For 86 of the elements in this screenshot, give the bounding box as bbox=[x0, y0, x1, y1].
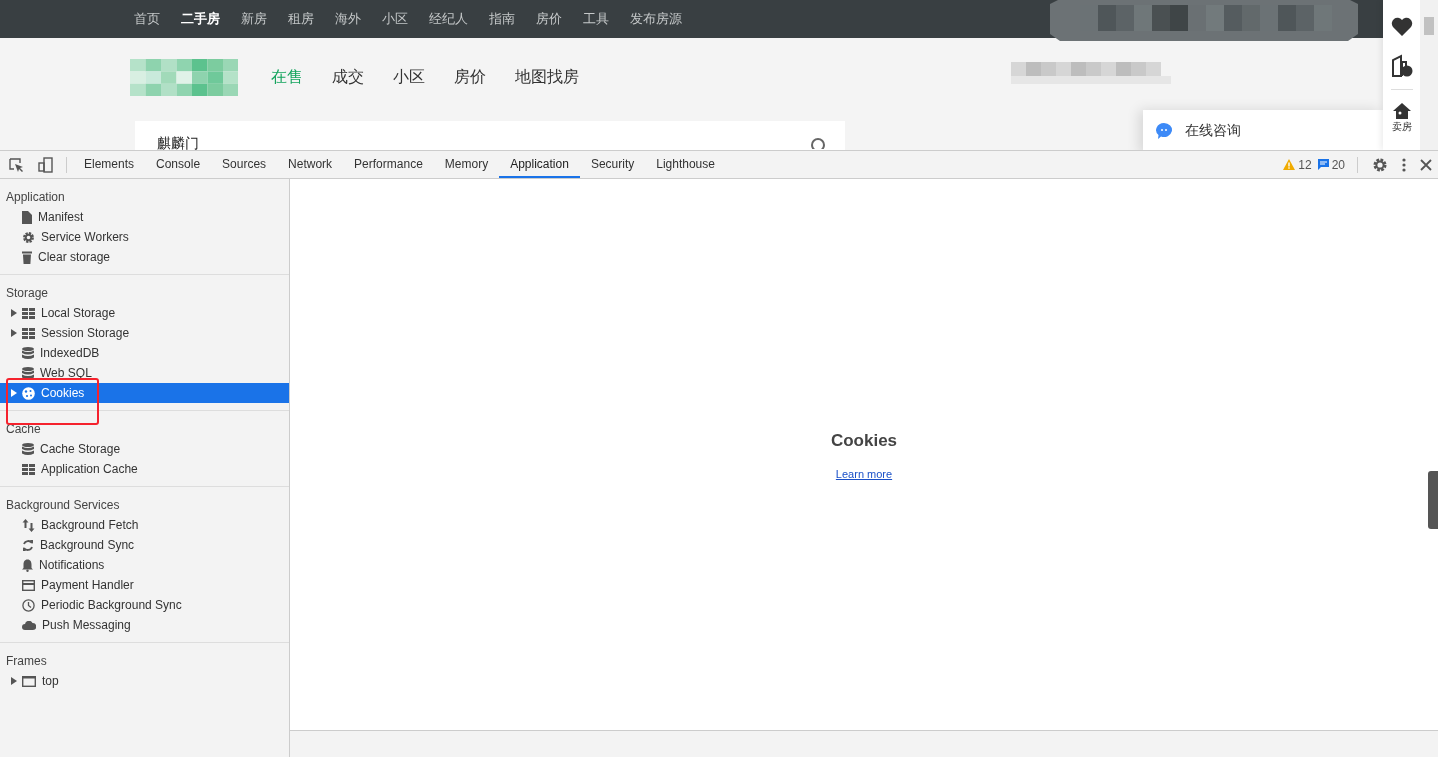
section-title: Application bbox=[5, 189, 66, 206]
database-icon bbox=[22, 366, 34, 380]
devtools-tab[interactable]: Memory bbox=[433, 151, 500, 178]
sidebar-item[interactable]: Notifications bbox=[0, 555, 289, 575]
up-down-arrows-icon bbox=[22, 518, 35, 532]
message-icon[interactable] bbox=[1317, 159, 1329, 170]
gear-icon bbox=[22, 230, 35, 244]
top-nav-link[interactable]: 租房 bbox=[288, 10, 314, 28]
grid-icon bbox=[22, 307, 35, 319]
sidebar-item[interactable]: Application Cache bbox=[0, 459, 289, 479]
top-nav-link[interactable]: 新房 bbox=[241, 10, 267, 28]
devtools-tab[interactable]: Lighthouse bbox=[645, 151, 726, 178]
chat-bubble-icon bbox=[1155, 122, 1173, 140]
main-nav-link[interactable]: 地图找房 bbox=[515, 66, 579, 88]
main-nav-link[interactable]: 成交 bbox=[332, 66, 364, 88]
sidebar-item[interactable]: Clear storage bbox=[0, 247, 289, 267]
sidebar-item[interactable]: Push Messaging bbox=[0, 615, 289, 635]
chat-label: 在线咨询 bbox=[1185, 122, 1241, 140]
devtools-tab[interactable]: Performance bbox=[343, 151, 434, 178]
sell-house-button[interactable]: 卖房 bbox=[1391, 102, 1412, 134]
devtools-tab[interactable]: Application bbox=[499, 151, 580, 178]
database-icon bbox=[22, 346, 34, 360]
more-menu-icon[interactable] bbox=[1402, 157, 1406, 172]
top-nav-link[interactable]: 工具 bbox=[583, 10, 609, 28]
top-nav-link[interactable]: 经纪人 bbox=[429, 10, 468, 28]
devtools-tab[interactable]: Elements bbox=[73, 151, 146, 178]
settings-icon[interactable] bbox=[1372, 156, 1388, 173]
sidebar-item[interactable]: Local Storage bbox=[0, 303, 289, 323]
house-icon bbox=[1391, 102, 1412, 120]
sidebar-item[interactable]: Cache Storage bbox=[0, 439, 289, 459]
sidebar-item[interactable]: Payment Handler bbox=[0, 575, 289, 595]
cloud-icon bbox=[22, 620, 36, 630]
sidebar-item[interactable]: Session Storage bbox=[0, 323, 289, 343]
warning-count: 12 bbox=[1298, 157, 1312, 172]
learn-more-link[interactable]: Learn more bbox=[835, 467, 893, 480]
scrollbar-thumb[interactable] bbox=[1428, 471, 1438, 529]
sidebar-item[interactable]: top bbox=[0, 671, 289, 691]
top-nav-link[interactable]: 发布房源 bbox=[630, 10, 682, 28]
expand-arrow-icon[interactable] bbox=[11, 677, 17, 685]
heart-icon[interactable] bbox=[1390, 17, 1413, 37]
top-nav-link[interactable]: 海外 bbox=[335, 10, 361, 28]
sync-icon bbox=[22, 538, 34, 552]
sidebar-item[interactable]: Manifest bbox=[0, 207, 289, 227]
devtools-tab[interactable]: Console bbox=[145, 151, 212, 178]
section-title: Storage bbox=[5, 285, 50, 302]
main-nav-link[interactable]: 小区 bbox=[393, 66, 425, 88]
devtools-tab[interactable]: Sources bbox=[211, 151, 278, 178]
chat-popup[interactable]: 在线咨询 bbox=[1143, 110, 1383, 150]
devtools-tab[interactable]: Network bbox=[277, 151, 344, 178]
sidebar-item[interactable]: Background Fetch bbox=[0, 515, 289, 535]
trash-icon bbox=[22, 250, 32, 264]
sidebar-item[interactable]: Cookies bbox=[0, 383, 289, 403]
grid-icon bbox=[22, 463, 35, 475]
bell-icon bbox=[22, 558, 33, 572]
search-field[interactable]: 麒麟门 bbox=[135, 121, 845, 150]
top-nav-link[interactable]: 首页 bbox=[134, 10, 160, 28]
expand-arrow-icon[interactable] bbox=[11, 309, 17, 317]
file-icon bbox=[22, 210, 32, 224]
top-nav-link[interactable]: 二手房 bbox=[181, 10, 220, 28]
device-toggle-icon[interactable] bbox=[38, 156, 54, 173]
message-count: 20 bbox=[1331, 157, 1345, 172]
top-nav-link[interactable]: 指南 bbox=[489, 10, 515, 28]
clock-icon bbox=[22, 598, 35, 612]
grid-icon bbox=[22, 327, 35, 339]
close-icon[interactable] bbox=[1420, 158, 1432, 171]
building-icon[interactable] bbox=[1389, 54, 1414, 78]
search-icon[interactable] bbox=[810, 137, 828, 149]
expand-arrow-icon[interactable] bbox=[11, 329, 17, 337]
sidebar-item[interactable]: Web SQL bbox=[0, 363, 289, 383]
panel-title: Cookies bbox=[830, 430, 898, 451]
main-nav-link[interactable]: 房价 bbox=[454, 66, 486, 88]
devtools-tab[interactable]: Security bbox=[579, 151, 646, 178]
sidebar-item[interactable]: IndexedDB bbox=[0, 343, 289, 363]
expand-arrow-icon[interactable] bbox=[11, 389, 17, 397]
card-icon bbox=[22, 579, 35, 591]
sidebar-item[interactable]: Periodic Background Sync bbox=[0, 595, 289, 615]
cookie-icon bbox=[22, 386, 35, 400]
inspect-icon[interactable] bbox=[8, 156, 24, 173]
frame-icon bbox=[22, 675, 36, 687]
database-icon bbox=[22, 442, 34, 456]
sidebar-item[interactable]: Background Sync bbox=[0, 535, 289, 555]
section-title: Frames bbox=[5, 653, 48, 670]
top-nav-link[interactable]: 房价 bbox=[536, 10, 562, 28]
top-nav-link[interactable]: 小区 bbox=[382, 10, 408, 28]
sidebar-item[interactable]: Service Workers bbox=[0, 227, 289, 247]
section-title: Background Services bbox=[5, 497, 121, 514]
